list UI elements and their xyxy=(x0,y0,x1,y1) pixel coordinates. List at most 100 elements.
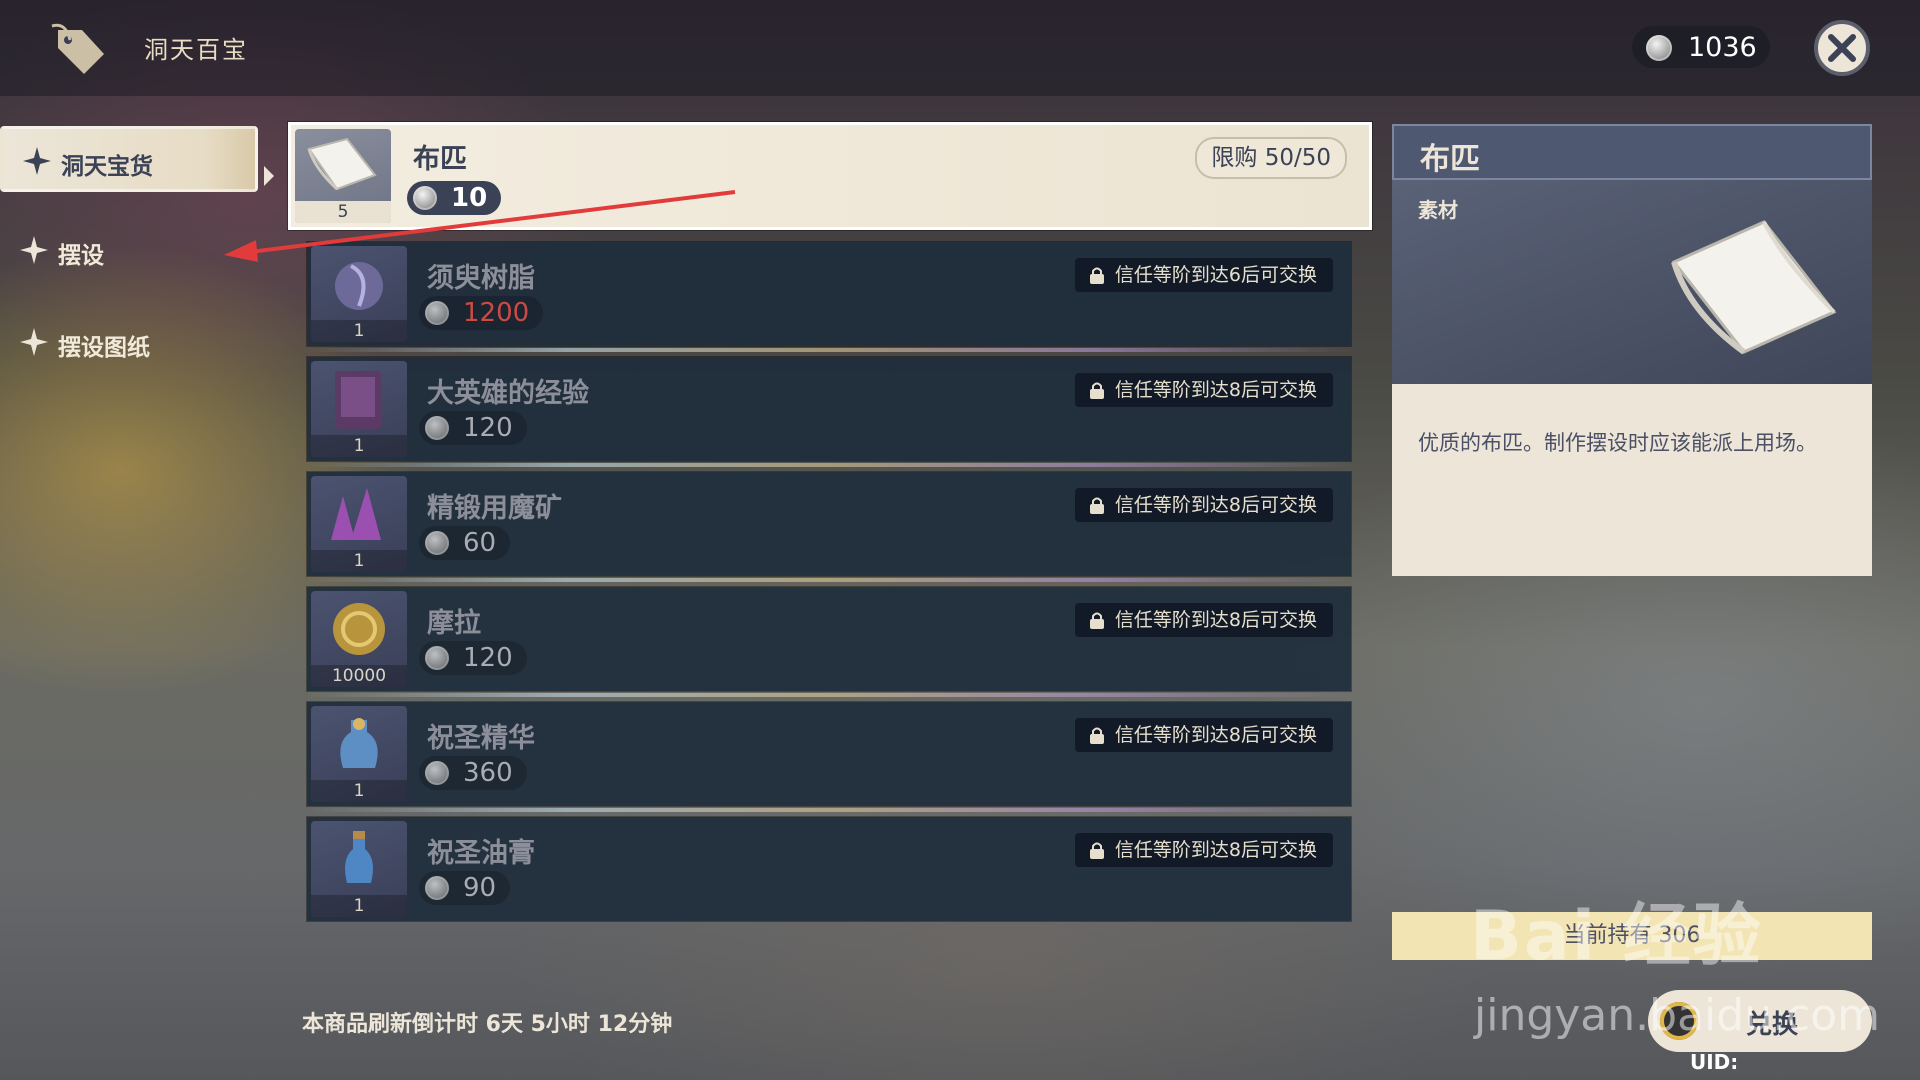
close-icon xyxy=(1828,34,1856,62)
item-count: 1 xyxy=(311,550,407,572)
item-thumbnail: 1 xyxy=(311,821,407,917)
item-price: 1200 xyxy=(419,296,544,330)
item-count: 1 xyxy=(311,320,407,342)
lock-text: 信任等阶到达8后可交换 xyxy=(1114,494,1317,516)
shop-item-mora[interactable]: 10000 摩拉 120 信任等阶到达8后可交换 xyxy=(307,587,1351,691)
realm-currency-coin-icon xyxy=(425,301,449,325)
nav-selected-caret xyxy=(264,166,274,186)
realm-currency-coin-icon xyxy=(425,531,449,555)
item-name: 祝圣油膏 xyxy=(427,838,535,869)
nav-item-realm-goods[interactable]: 洞天宝货 xyxy=(0,126,258,192)
currency-value: 1036 xyxy=(1688,32,1757,63)
item-name: 精锻用魔矿 xyxy=(427,493,562,524)
lock-icon xyxy=(1089,612,1104,629)
nav-item-furnishing-blueprints[interactable]: 摆设图纸 xyxy=(0,310,258,376)
realm-currency-coin-icon xyxy=(413,186,437,210)
item-thumbnail: 1 xyxy=(311,706,407,802)
fabric-icon xyxy=(307,137,377,191)
item-name: 大英雄的经验 xyxy=(427,378,589,409)
realm-currency-coin-icon xyxy=(425,416,449,440)
item-price-value: 1200 xyxy=(463,298,530,328)
detail-description: 优质的布匹。制作摆设时应该能派上用场。 xyxy=(1418,431,1817,455)
shop-item-fragile-resin[interactable]: 1 须臾树脂 1200 信任等阶到达6后可交换 xyxy=(307,242,1351,346)
shop-item-fabric[interactable]: 5 布匹 10 限购 50/50 xyxy=(288,122,1372,230)
lock-text: 信任等阶到达8后可交换 xyxy=(1114,839,1317,861)
mora-coin-icon xyxy=(333,603,385,655)
item-price-value: 120 xyxy=(463,413,513,443)
trust-rank-lock-notice: 信任等阶到达8后可交换 xyxy=(1074,833,1333,867)
trust-rank-lock-notice: 信任等阶到达8后可交换 xyxy=(1074,603,1333,637)
item-thumbnail: 10000 xyxy=(311,591,407,687)
detail-artwork: 素材 xyxy=(1392,180,1872,384)
sanctifying-essence-icon xyxy=(340,718,378,768)
row-divider xyxy=(307,463,1351,467)
row-divider xyxy=(307,808,1351,812)
item-price-value: 60 xyxy=(463,528,497,558)
trust-rank-lock-notice: 信任等阶到达8后可交换 xyxy=(1074,373,1333,407)
row-divider xyxy=(307,693,1351,697)
item-price-value: 90 xyxy=(463,873,497,903)
lock-icon xyxy=(1089,267,1104,284)
item-price: 360 xyxy=(419,756,527,790)
row-divider xyxy=(307,578,1351,582)
close-button[interactable] xyxy=(1814,20,1870,76)
lock-text: 信任等阶到达8后可交换 xyxy=(1114,379,1317,401)
sparkle-star-icon xyxy=(20,328,48,356)
lock-text: 信任等阶到达8后可交换 xyxy=(1114,609,1317,631)
detail-item-name: 布匹 xyxy=(1420,142,1480,177)
heros-wit-book-icon xyxy=(335,371,381,429)
realm-currency-coin-icon xyxy=(1646,35,1672,61)
sparkle-star-icon xyxy=(23,147,51,175)
lock-icon xyxy=(1089,382,1104,399)
realm-currency-coin-icon xyxy=(425,646,449,670)
lock-text: 信任等阶到达8后可交换 xyxy=(1114,724,1317,746)
purchase-limit-badge: 限购 50/50 xyxy=(1195,137,1347,179)
detail-item-type: 素材 xyxy=(1418,198,1458,222)
shop-item-mystic-ore[interactable]: 1 精锻用魔矿 60 信任等阶到达8后可交换 xyxy=(307,472,1351,576)
item-detail-panel: 布匹 素材 优质的布匹。制作摆设时应该能派上用场。 xyxy=(1392,124,1872,576)
nav-item-label: 摆设图纸 xyxy=(58,335,150,361)
shop-tag-icon xyxy=(51,23,104,74)
item-name: 布匹 xyxy=(413,144,467,175)
item-count: 1 xyxy=(311,435,407,457)
currency-display: 1036 xyxy=(1632,26,1770,68)
item-name: 祝圣精华 xyxy=(427,723,535,754)
sparkle-star-icon xyxy=(20,236,48,264)
nav-item-furnishings[interactable]: 摆设 xyxy=(0,218,258,284)
sanctifying-unction-icon xyxy=(345,831,373,883)
item-price-value: 10 xyxy=(451,183,488,213)
item-price: 60 xyxy=(419,526,511,560)
trust-rank-lock-notice: 信任等阶到达6后可交换 xyxy=(1074,258,1333,292)
lock-icon xyxy=(1089,497,1104,514)
detail-header: 布匹 xyxy=(1392,124,1872,180)
baidu-watermark-url: jingyan.baidu.com xyxy=(1474,990,1881,1041)
item-count: 1 xyxy=(311,895,407,917)
trust-rank-lock-notice: 信任等阶到达8后可交换 xyxy=(1074,718,1333,752)
shop-item-heros-wit[interactable]: 1 大英雄的经验 120 信任等阶到达8后可交换 xyxy=(307,357,1351,461)
nav-item-label: 摆设 xyxy=(58,243,104,269)
shop-item-sanctifying-essence[interactable]: 1 祝圣精华 360 信任等阶到达8后可交换 xyxy=(307,702,1351,806)
item-count: 1 xyxy=(311,780,407,802)
uid-label: UID: xyxy=(1690,1050,1739,1074)
trust-rank-lock-notice: 信任等阶到达8后可交换 xyxy=(1074,488,1333,522)
nav-item-label: 洞天宝货 xyxy=(61,154,153,180)
lock-icon xyxy=(1089,727,1104,744)
item-name: 摩拉 xyxy=(427,608,481,639)
item-price: 120 xyxy=(419,641,527,675)
realm-currency-coin-icon xyxy=(425,876,449,900)
item-price-value: 360 xyxy=(463,758,513,788)
item-count: 5 xyxy=(295,201,391,223)
realm-currency-coin-icon xyxy=(425,761,449,785)
lock-icon xyxy=(1089,842,1104,859)
item-thumbnail: 1 xyxy=(311,476,407,572)
shop-item-sanctifying-unction[interactable]: 1 祝圣油膏 90 信任等阶到达8后可交换 xyxy=(307,817,1351,921)
item-name: 须臾树脂 xyxy=(427,263,535,294)
mystic-ore-icon xyxy=(331,488,381,540)
item-price-value: 120 xyxy=(463,643,513,673)
fabric-icon xyxy=(1671,220,1837,355)
item-thumbnail: 5 xyxy=(295,129,391,223)
refresh-countdown: 本商品刷新倒计时 6天 5小时 12分钟 xyxy=(302,1012,673,1037)
item-price: 120 xyxy=(419,411,527,445)
item-price: 90 xyxy=(419,871,511,905)
baidu-watermark-logo: Bai 经验 xyxy=(1470,897,1763,976)
